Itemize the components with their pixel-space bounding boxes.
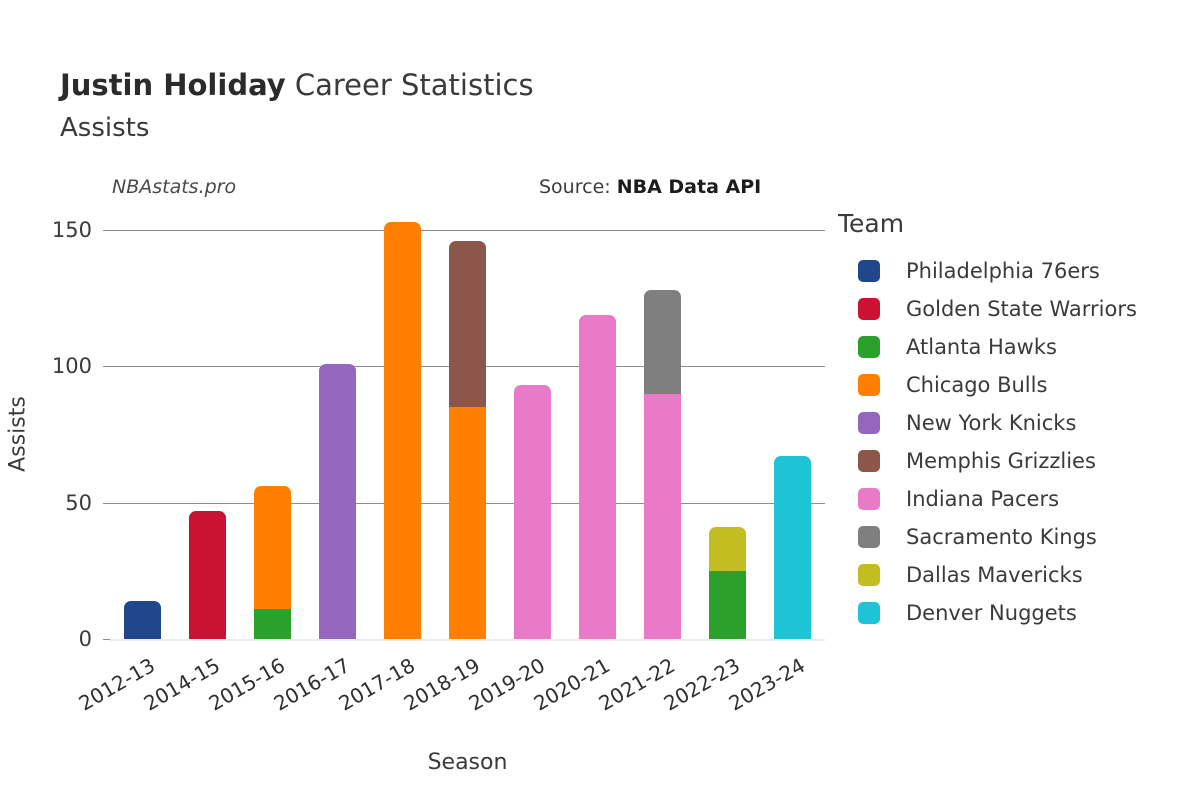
legend-swatch-icon <box>858 412 880 434</box>
x-axis-label: Season <box>427 750 508 775</box>
legend-swatch-icon <box>858 526 880 548</box>
legend-label: Dallas Mavericks <box>906 563 1083 587</box>
bar-segment[interactable] <box>319 363 356 639</box>
legend-item-4[interactable]: New York Knicks <box>838 404 1188 442</box>
legend-item-3[interactable]: Chicago Bulls <box>838 366 1188 404</box>
bar-segment[interactable] <box>449 407 486 639</box>
legend-swatch-icon <box>858 336 880 358</box>
bar-segment[interactable] <box>644 290 681 394</box>
legend-items: Philadelphia 76ers Golden State Warriors A… <box>838 252 1188 632</box>
bar-segment[interactable] <box>189 510 226 639</box>
y-tick-mark <box>103 366 110 368</box>
bar-2020-21[interactable] <box>579 314 616 639</box>
bar-2021-22[interactable] <box>644 290 681 639</box>
bar-segment[interactable] <box>384 221 421 639</box>
y-tick-label: 0 <box>78 627 92 651</box>
source-label: Source: <box>539 176 617 198</box>
source-attribution: Source: NBA Data API <box>539 176 761 198</box>
y-axis-label: Assists <box>5 396 31 472</box>
bar-segment[interactable] <box>254 486 291 610</box>
legend-label: Indiana Pacers <box>906 487 1060 511</box>
legend-item-8[interactable]: Dallas Mavericks <box>838 556 1188 594</box>
bar-2012-13[interactable] <box>124 600 161 639</box>
bar-2018-19[interactable] <box>449 240 486 639</box>
legend-label: Memphis Grizzlies <box>906 449 1096 473</box>
legend-swatch-icon <box>858 488 880 510</box>
legend-item-9[interactable]: Denver Nuggets <box>838 594 1188 632</box>
bar-segment[interactable] <box>709 570 746 639</box>
legend-label: Chicago Bulls <box>906 373 1048 397</box>
legend-swatch-icon <box>858 298 880 320</box>
legend-label: Atlanta Hawks <box>906 335 1057 359</box>
bar-2022-23[interactable] <box>709 527 746 639</box>
legend-item-6[interactable]: Indiana Pacers <box>838 480 1188 518</box>
legend-item-1[interactable]: Golden State Warriors <box>838 290 1188 328</box>
bar-segment[interactable] <box>124 600 161 639</box>
legend-item-5[interactable]: Memphis Grizzlies <box>838 442 1188 480</box>
watermark-label: NBAstats.pro <box>112 176 237 198</box>
player-name: Justin Holiday <box>60 68 286 102</box>
legend-title: Team <box>838 209 905 238</box>
bar-2019-20[interactable] <box>514 385 551 639</box>
y-tick-mark <box>103 639 110 640</box>
legend-item-0[interactable]: Philadelphia 76ers <box>838 252 1188 290</box>
bar-2014-15[interactable] <box>189 510 226 639</box>
bar-segment[interactable] <box>709 527 746 571</box>
bar-segment[interactable] <box>774 456 811 639</box>
legend: Team Philadelphia 76ers Golden State Warr… <box>838 210 1188 632</box>
legend-label: Philadelphia 76ers <box>906 259 1100 283</box>
bar-2017-18[interactable] <box>384 221 421 639</box>
bar-segment[interactable] <box>514 385 551 639</box>
bar-segment[interactable] <box>254 609 291 639</box>
bar-segment[interactable] <box>579 314 616 639</box>
y-tick-mark <box>103 230 110 231</box>
page-title: Justin Holiday Career Statistics <box>60 68 534 102</box>
title-suffix: Career Statistics <box>285 68 534 102</box>
y-tick-mark <box>103 502 110 504</box>
legend-swatch-icon <box>858 602 880 624</box>
legend-item-7[interactable]: Sacramento Kings <box>838 518 1188 556</box>
legend-swatch-icon <box>858 450 880 472</box>
axis-baseline <box>110 639 825 641</box>
bar-segment[interactable] <box>644 393 681 639</box>
legend-item-2[interactable]: Atlanta Hawks <box>838 328 1188 366</box>
plot-area: 0 50 100 150 2012-13 2014-15 2015-16 2016-17 20… <box>6 218 825 775</box>
bar-2016-17[interactable] <box>319 363 356 639</box>
legend-label: Golden State Warriors <box>906 297 1137 321</box>
y-tick-label: 50 <box>65 490 92 515</box>
legend-label: Denver Nuggets <box>906 601 1077 625</box>
source-value: NBA Data API <box>616 176 762 198</box>
legend-swatch-icon <box>858 564 880 586</box>
chart-subtitle: Assists <box>60 113 150 143</box>
legend-label: New York Knicks <box>906 411 1077 435</box>
legend-swatch-icon <box>858 374 880 396</box>
legend-swatch-icon <box>858 260 880 282</box>
y-tick-label: 150 <box>51 218 92 242</box>
y-tick-label: 100 <box>51 354 92 379</box>
gridline <box>110 230 825 231</box>
bar-2015-16[interactable] <box>254 486 291 639</box>
legend-label: Sacramento Kings <box>906 525 1097 549</box>
bar-segment[interactable] <box>449 240 486 408</box>
chart-figure: Justin Holiday Career Statistics Assists… <box>0 0 1200 800</box>
bar-2023-24[interactable] <box>774 456 811 639</box>
